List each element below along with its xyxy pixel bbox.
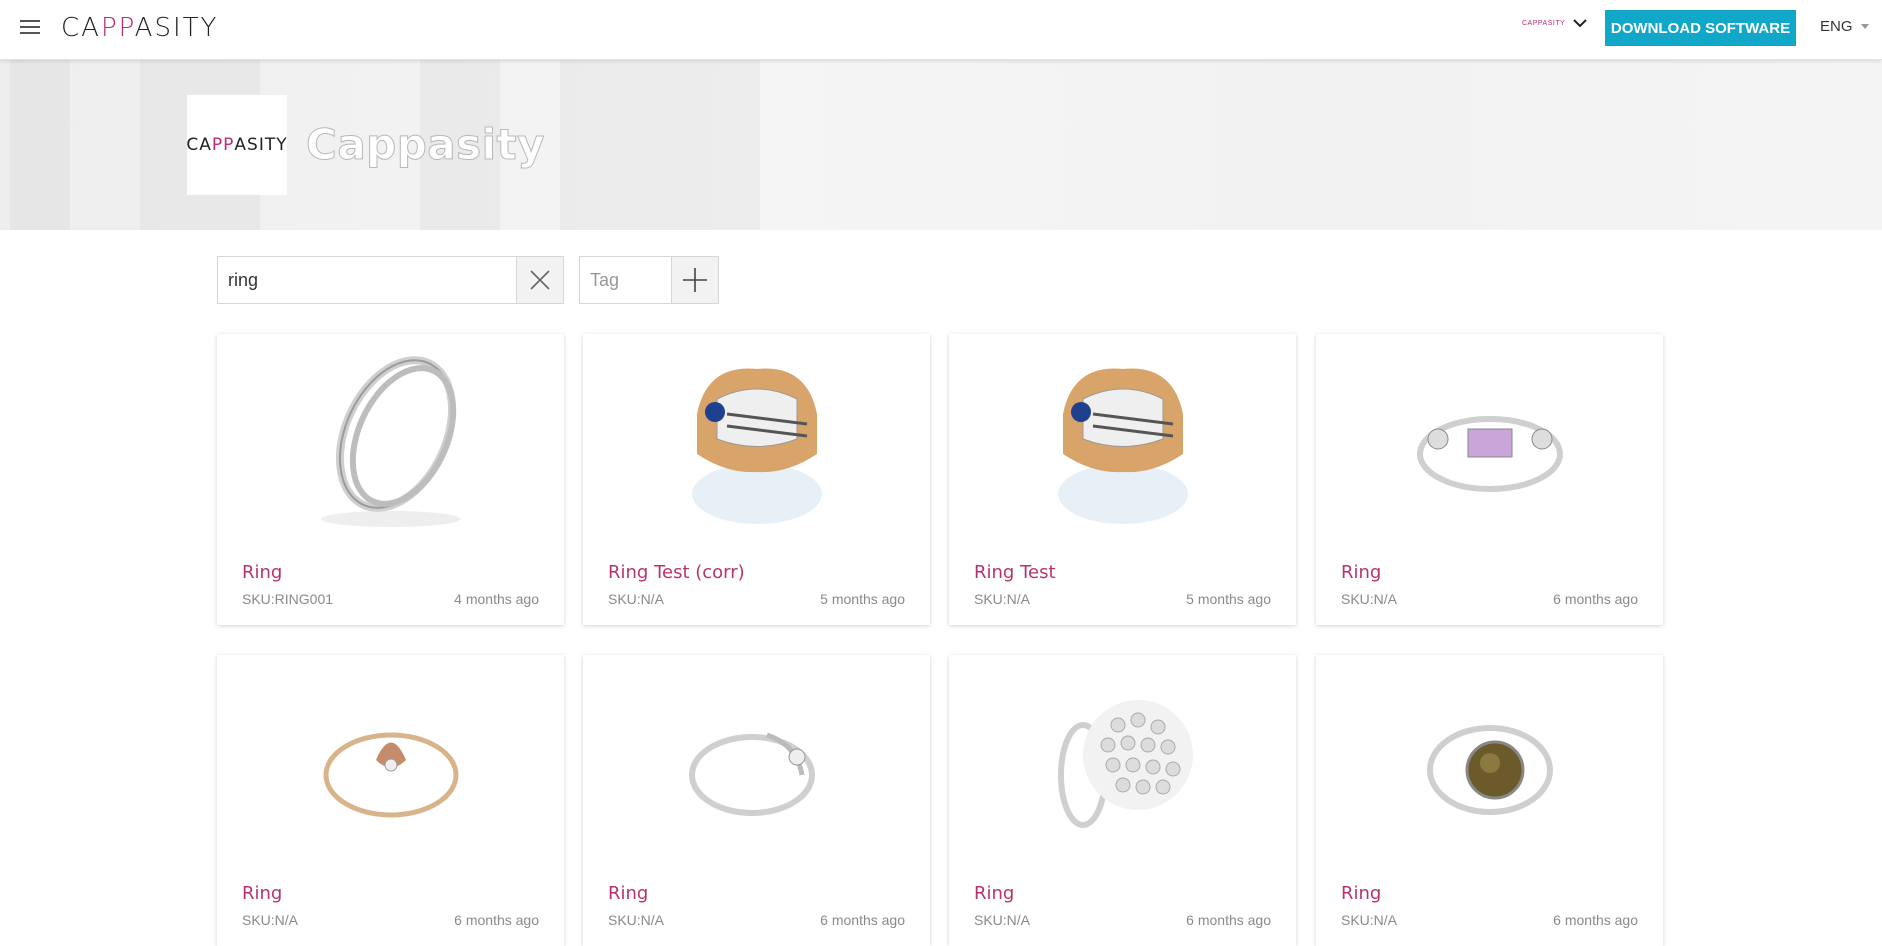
account-logo: CAPPASITY — [1522, 19, 1566, 27]
clear-search-button[interactable] — [516, 257, 563, 303]
model-time: 6 months ago — [820, 912, 905, 928]
model-sku: SKU:N/A — [608, 591, 665, 607]
search-input[interactable] — [218, 257, 516, 303]
close-icon — [530, 270, 550, 290]
model-title[interactable]: Ring Test (corr) — [608, 562, 745, 583]
model-card[interactable]: Ring SKU:N/A 6 months ago — [949, 655, 1296, 946]
model-card[interactable]: Ring SKU:N/A 6 months ago — [1316, 655, 1663, 946]
account-switcher[interactable]: CAPPASITY — [1522, 18, 1587, 28]
tag-box — [579, 256, 719, 304]
model-title[interactable]: Ring — [1341, 883, 1381, 904]
model-sku: SKU:N/A — [974, 591, 1031, 607]
model-thumbnail — [949, 655, 1296, 875]
model-thumbnail — [217, 655, 564, 875]
model-card[interactable]: Ring SKU:N/A 6 months ago — [217, 655, 564, 946]
model-time: 5 months ago — [1186, 591, 1271, 607]
model-sku: SKU:N/A — [974, 912, 1031, 928]
top-bar: CAPPASITY CAPPASITY DOWNLOAD SOFTWARE EN… — [0, 0, 1882, 60]
model-title[interactable]: Ring — [242, 562, 282, 583]
model-thumbnail — [217, 334, 564, 554]
caret-down-icon — [1860, 24, 1869, 29]
model-title[interactable]: Ring Test — [974, 562, 1056, 583]
tag-input[interactable] — [580, 257, 671, 303]
app-logo[interactable]: CAPPASITY — [61, 13, 218, 43]
company-banner: CA PP ASITY Cappasity — [0, 60, 1882, 230]
model-thumbnail — [583, 655, 930, 875]
model-time: 6 months ago — [1553, 912, 1638, 928]
model-time: 6 months ago — [1186, 912, 1271, 928]
model-title[interactable]: Ring — [1341, 562, 1381, 583]
menu-icon[interactable] — [20, 20, 40, 36]
model-card[interactable]: Ring Test (corr) SKU:N/A 5 months ago — [583, 334, 930, 625]
model-thumbnail — [1316, 655, 1663, 875]
model-thumbnail — [949, 334, 1296, 554]
language-label: ENG — [1820, 18, 1853, 35]
model-sku: SKU:N/A — [608, 912, 665, 928]
search-box — [217, 256, 564, 304]
model-title[interactable]: Ring — [974, 883, 1014, 904]
model-title[interactable]: Ring — [242, 883, 282, 904]
model-time: 6 months ago — [454, 912, 539, 928]
download-software-button[interactable]: DOWNLOAD SOFTWARE — [1605, 10, 1796, 46]
model-title[interactable]: Ring — [608, 883, 648, 904]
model-time: 4 months ago — [454, 591, 539, 607]
model-thumbnail — [1316, 334, 1663, 554]
model-card[interactable]: Ring SKU:RING001 4 months ago — [217, 334, 564, 625]
banner-decoration — [560, 60, 760, 230]
model-sku: SKU:N/A — [1341, 591, 1398, 607]
model-sku: SKU:N/A — [242, 912, 299, 928]
add-tag-button[interactable] — [671, 257, 718, 303]
banner-decoration — [10, 60, 70, 230]
language-selector[interactable]: ENG — [1820, 18, 1869, 35]
model-time: 5 months ago — [820, 591, 905, 607]
model-thumbnail — [583, 334, 930, 554]
model-card[interactable]: Ring SKU:N/A 6 months ago — [583, 655, 930, 946]
chevron-down-icon — [1573, 19, 1587, 28]
model-sku: SKU:RING001 — [242, 591, 334, 607]
company-logo: CA PP ASITY — [186, 95, 287, 195]
plus-icon — [683, 268, 707, 292]
model-card[interactable]: Ring Test SKU:N/A 5 months ago — [949, 334, 1296, 625]
company-name: Cappasity — [306, 120, 546, 170]
model-time: 6 months ago — [1553, 591, 1638, 607]
model-card[interactable]: Ring SKU:N/A 6 months ago — [1316, 334, 1663, 625]
model-sku: SKU:N/A — [1341, 912, 1398, 928]
